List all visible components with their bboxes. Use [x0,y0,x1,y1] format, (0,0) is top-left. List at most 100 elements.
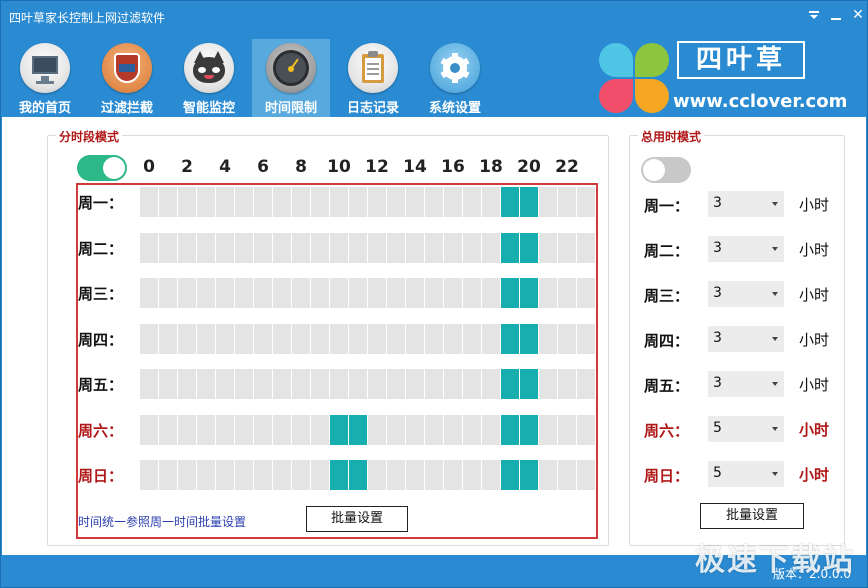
schedule-cell[interactable] [159,232,177,263]
schedule-cell[interactable] [406,187,424,217]
schedule-cell[interactable] [273,187,291,217]
schedule-cell[interactable] [235,460,253,490]
schedule-cell[interactable] [425,369,443,399]
schedule-cell[interactable] [254,414,272,445]
schedule-cell[interactable] [349,369,367,399]
total-mode-toggle[interactable] [641,157,691,183]
schedule-cell[interactable] [330,232,348,263]
schedule-cell[interactable] [463,460,481,490]
schedule-cell[interactable] [216,369,234,399]
schedule-cell[interactable] [254,232,272,263]
schedule-cell[interactable] [520,187,538,217]
schedule-cell[interactable] [577,187,595,217]
schedule-cell[interactable] [178,232,196,263]
schedule-cell[interactable] [482,232,500,263]
hours-select[interactable]: 3 [708,371,784,397]
schedule-cell[interactable] [577,278,595,308]
schedule-cell[interactable] [273,414,291,445]
schedule-cell[interactable] [311,369,329,399]
schedule-cell[interactable] [330,414,348,445]
schedule-cell[interactable] [482,187,500,217]
schedule-cell[interactable] [387,460,405,490]
schedule-cell[interactable] [254,369,272,399]
schedule-cell[interactable] [539,323,557,354]
schedule-cell[interactable] [577,323,595,354]
schedule-cell[interactable] [292,278,310,308]
schedule-cell[interactable] [406,414,424,445]
schedule-cell[interactable] [178,460,196,490]
schedule-cell[interactable] [235,369,253,399]
schedule-cell[interactable] [216,278,234,308]
schedule-cell[interactable] [311,460,329,490]
nav-item-filter[interactable]: 过滤拦截 [88,39,166,116]
schedule-cell[interactable] [482,414,500,445]
schedule-cell[interactable] [197,187,215,217]
schedule-cell[interactable] [501,323,519,354]
schedule-cell[interactable] [425,278,443,308]
schedule-cell[interactable] [520,278,538,308]
schedule-cell[interactable] [539,278,557,308]
schedule-cell[interactable] [501,232,519,263]
schedule-cell[interactable] [273,278,291,308]
schedule-cell[interactable] [387,414,405,445]
schedule-cell[interactable] [368,187,386,217]
schedule-cell[interactable] [349,414,367,445]
schedule-cell[interactable] [292,187,310,217]
schedule-cell[interactable] [349,187,367,217]
hours-select[interactable]: 3 [708,326,784,352]
schedule-cell[interactable] [577,369,595,399]
schedule-cell[interactable] [235,323,253,354]
schedule-cell[interactable] [292,323,310,354]
schedule-cell[interactable] [501,278,519,308]
schedule-cell[interactable] [216,232,234,263]
schedule-cell[interactable] [178,369,196,399]
schedule-cell[interactable] [539,369,557,399]
schedule-cell[interactable] [178,187,196,217]
schedule-cell[interactable] [216,323,234,354]
schedule-cell[interactable] [425,232,443,263]
schedule-cell[interactable] [292,414,310,445]
schedule-cell[interactable] [368,460,386,490]
nav-item-time-limit[interactable]: 时间限制 [252,39,330,117]
schedule-cell[interactable] [482,278,500,308]
schedule-cell[interactable] [197,369,215,399]
schedule-cell[interactable] [463,232,481,263]
schedule-cell[interactable] [159,187,177,217]
schedule-cell[interactable] [330,369,348,399]
schedule-cell[interactable] [558,278,576,308]
hours-select[interactable]: 5 [708,461,784,487]
hours-select[interactable]: 5 [708,416,784,442]
schedule-cell[interactable] [235,278,253,308]
schedule-cell[interactable] [501,369,519,399]
schedule-cell[interactable] [463,323,481,354]
schedule-cell[interactable] [254,460,272,490]
schedule-cell[interactable] [349,460,367,490]
schedule-cell[interactable] [330,187,348,217]
schedule-cell[interactable] [311,414,329,445]
schedule-cell[interactable] [368,369,386,399]
nav-item-settings[interactable]: 系统设置 [416,39,494,116]
schedule-cell[interactable] [349,232,367,263]
schedule-cell[interactable] [577,232,595,263]
schedule-cell[interactable] [349,323,367,354]
schedule-cell[interactable] [311,187,329,217]
schedule-cell[interactable] [216,414,234,445]
schedule-cell[interactable] [140,414,158,445]
schedule-cell[interactable] [368,232,386,263]
nav-item-logs[interactable]: 日志记录 [334,39,412,116]
schedule-cell[interactable] [444,187,462,217]
schedule-cell[interactable] [444,460,462,490]
schedule-cell[interactable] [520,414,538,445]
segment-batch-button[interactable]: 批量设置 [306,506,408,532]
schedule-cell[interactable] [159,323,177,354]
schedule-cell[interactable] [406,460,424,490]
schedule-cell[interactable] [444,278,462,308]
schedule-cell[interactable] [330,323,348,354]
schedule-cell[interactable] [216,460,234,490]
schedule-cell[interactable] [387,369,405,399]
schedule-cell[interactable] [406,232,424,263]
schedule-cell[interactable] [577,460,595,490]
schedule-cell[interactable] [235,232,253,263]
schedule-cell[interactable] [463,369,481,399]
schedule-cell[interactable] [539,414,557,445]
